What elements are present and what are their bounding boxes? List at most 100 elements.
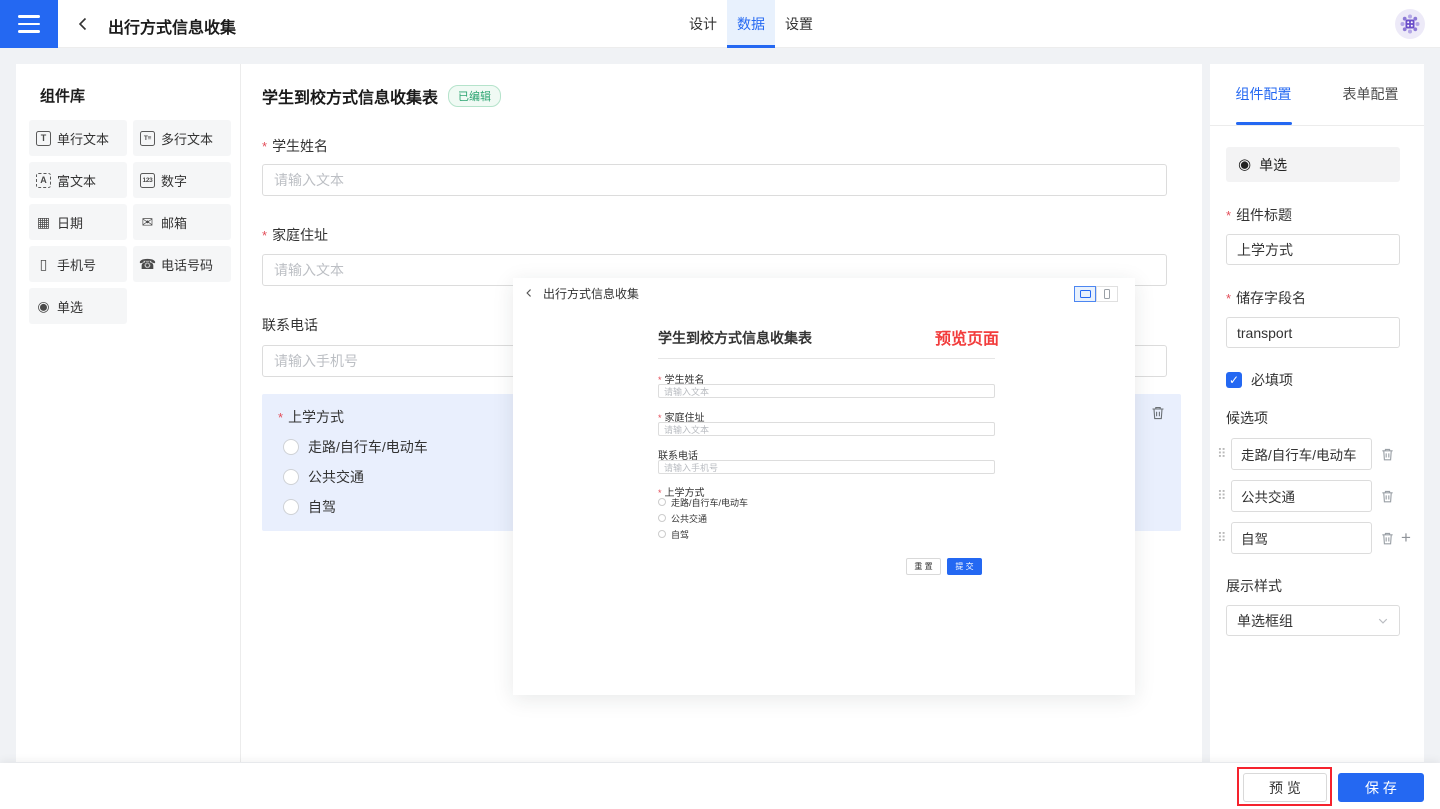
- radio-button-icon[interactable]: [283, 499, 299, 515]
- storage-field-input[interactable]: [1226, 317, 1400, 348]
- config-panel: 组件配置 表单配置 ◉ 单选 *组件标题 *储存字段名 ✓ 必填项 候选项 ⠿: [1210, 64, 1424, 762]
- preview-submit-button[interactable]: 提 交: [947, 558, 982, 575]
- preview-student-name-input[interactable]: 请输入文本: [658, 384, 995, 398]
- header-tabs: 设计 数据 设置: [679, 0, 823, 48]
- component-type-label: 单选: [1259, 155, 1287, 175]
- radio-option-self-drive[interactable]: 自驾: [283, 497, 336, 517]
- radio-button-icon[interactable]: [658, 498, 666, 506]
- delete-component-button[interactable]: [1149, 404, 1167, 422]
- options-section-label: 候选项: [1226, 408, 1268, 428]
- library-item-radio[interactable]: ◉ 单选: [29, 288, 127, 324]
- form-title: 学生到校方式信息收集表: [262, 84, 438, 108]
- chevron-down-icon: [1377, 615, 1389, 627]
- library-item-multi-text[interactable]: T≡ 多行文本: [133, 120, 231, 156]
- display-style-label: 展示样式: [1226, 576, 1282, 596]
- trash-icon: [1380, 447, 1395, 462]
- display-style-select[interactable]: 单选框组: [1226, 605, 1400, 636]
- library-item-label: 富文本: [57, 171, 96, 190]
- library-item-phone[interactable]: ☎ 电话号码: [133, 246, 231, 282]
- library-item-label: 数字: [161, 171, 187, 190]
- chevron-left-icon: [75, 16, 91, 32]
- checkbox-checked-icon[interactable]: ✓: [1226, 372, 1242, 388]
- preview-contact-phone-input[interactable]: 请输入手机号: [658, 460, 995, 474]
- top-bar: 出行方式信息收集 设计 数据 设置: [0, 0, 1440, 48]
- option-input-2[interactable]: [1231, 480, 1372, 512]
- radio-button-icon[interactable]: [283, 469, 299, 485]
- option-input-3[interactable]: [1231, 522, 1372, 554]
- canvas-header: 学生到校方式信息收集表 已编辑: [262, 84, 501, 108]
- preview-radio-option-public-transport[interactable]: 公共交通: [658, 512, 707, 524]
- active-tab-underline: [1236, 122, 1292, 125]
- required-checkbox-label: 必填项: [1251, 370, 1293, 390]
- field-label-home-address: *家庭住址: [262, 225, 328, 245]
- library-item-label: 多行文本: [161, 129, 213, 148]
- storage-field-label: *储存字段名: [1226, 288, 1306, 308]
- tab-form-config[interactable]: 表单配置: [1317, 64, 1424, 125]
- required-asterisk: *: [262, 228, 267, 243]
- component-title-input[interactable]: [1226, 234, 1400, 265]
- required-checkbox-row[interactable]: ✓ 必填项: [1226, 370, 1293, 390]
- preview-back-title: 出行方式信息收集: [543, 285, 639, 302]
- preview-header: 出行方式信息收集: [513, 278, 1135, 308]
- drag-handle-icon[interactable]: ⠿: [1217, 530, 1225, 546]
- preview-radio-option-walk[interactable]: 走路/自行车/电动车: [658, 496, 748, 508]
- radio-button-icon[interactable]: [283, 439, 299, 455]
- radio-icon: ◉: [1238, 157, 1251, 172]
- library-item-label: 电话号码: [161, 255, 213, 274]
- option-input-1[interactable]: [1231, 438, 1372, 470]
- tab-design[interactable]: 设计: [679, 0, 727, 48]
- add-option-button[interactable]: +: [1401, 527, 1411, 549]
- divider: [658, 358, 995, 359]
- component-library-panel: 组件库 T 单行文本 T≡ 多行文本 A 富文本 123 数字 ▦ 日期: [16, 64, 240, 762]
- calendar-icon: ▦: [36, 214, 51, 231]
- multi-line-text-icon: T≡: [140, 131, 155, 146]
- tab-settings[interactable]: 设置: [775, 0, 823, 48]
- trash-icon: [1380, 489, 1395, 504]
- library-item-label: 邮箱: [161, 213, 187, 232]
- student-name-input[interactable]: [262, 164, 1167, 196]
- tab-data[interactable]: 数据: [727, 0, 775, 48]
- annotation-text: 预览页面: [935, 325, 999, 349]
- preview-radio-option-self-drive[interactable]: 自驾: [658, 528, 689, 540]
- preview-reset-button[interactable]: 重 置: [906, 558, 941, 575]
- tab-component-config[interactable]: 组件配置: [1210, 64, 1317, 125]
- hamburger-icon: [18, 15, 40, 18]
- option-row: ⠿: [1210, 480, 1424, 512]
- library-grid: T 单行文本 T≡ 多行文本 A 富文本 123 数字 ▦ 日期 ✉ 邮箱: [29, 120, 229, 324]
- library-item-single-text[interactable]: T 单行文本: [29, 120, 127, 156]
- desktop-view-button[interactable]: [1074, 286, 1096, 302]
- mobile-view-button[interactable]: [1096, 286, 1118, 302]
- mobile-phone-icon: ▯: [36, 256, 51, 273]
- component-type-chip: ◉ 单选: [1226, 147, 1400, 182]
- telephone-icon: ☎: [140, 256, 155, 273]
- required-asterisk: *: [278, 410, 283, 425]
- library-item-rich-text[interactable]: A 富文本: [29, 162, 127, 198]
- library-item-label: 单行文本: [57, 129, 109, 148]
- library-item-date[interactable]: ▦ 日期: [29, 204, 127, 240]
- hamburger-menu-button[interactable]: [0, 0, 58, 48]
- radio-button-icon[interactable]: [658, 514, 666, 522]
- delete-option-button[interactable]: [1379, 446, 1396, 463]
- delete-option-button[interactable]: [1379, 530, 1396, 547]
- preview-home-address-input[interactable]: 请输入文本: [658, 422, 995, 436]
- library-item-label: 手机号: [57, 255, 96, 274]
- delete-option-button[interactable]: [1379, 488, 1396, 505]
- app-logo-icon[interactable]: [1395, 9, 1425, 39]
- radio-option-public-transport[interactable]: 公共交通: [283, 467, 364, 487]
- library-item-mobile[interactable]: ▯ 手机号: [29, 246, 127, 282]
- edited-status-badge: 已编辑: [448, 85, 501, 107]
- field-label-student-name: *学生姓名: [262, 136, 328, 156]
- footer-bar: 预 览 保 存: [0, 763, 1440, 809]
- drag-handle-icon[interactable]: ⠿: [1217, 488, 1225, 504]
- save-button[interactable]: 保 存: [1338, 773, 1424, 802]
- library-item-number[interactable]: 123 数字: [133, 162, 231, 198]
- field-label-contact-phone: 联系电话: [262, 315, 318, 335]
- preview-button[interactable]: 预 览: [1243, 773, 1327, 802]
- back-button[interactable]: [72, 13, 94, 35]
- preview-back-button[interactable]: [522, 286, 536, 300]
- component-title-label: *组件标题: [1226, 205, 1292, 225]
- radio-option-walk[interactable]: 走路/自行车/电动车: [283, 437, 428, 457]
- library-item-email[interactable]: ✉ 邮箱: [133, 204, 231, 240]
- radio-button-icon[interactable]: [658, 530, 666, 538]
- drag-handle-icon[interactable]: ⠿: [1217, 446, 1225, 462]
